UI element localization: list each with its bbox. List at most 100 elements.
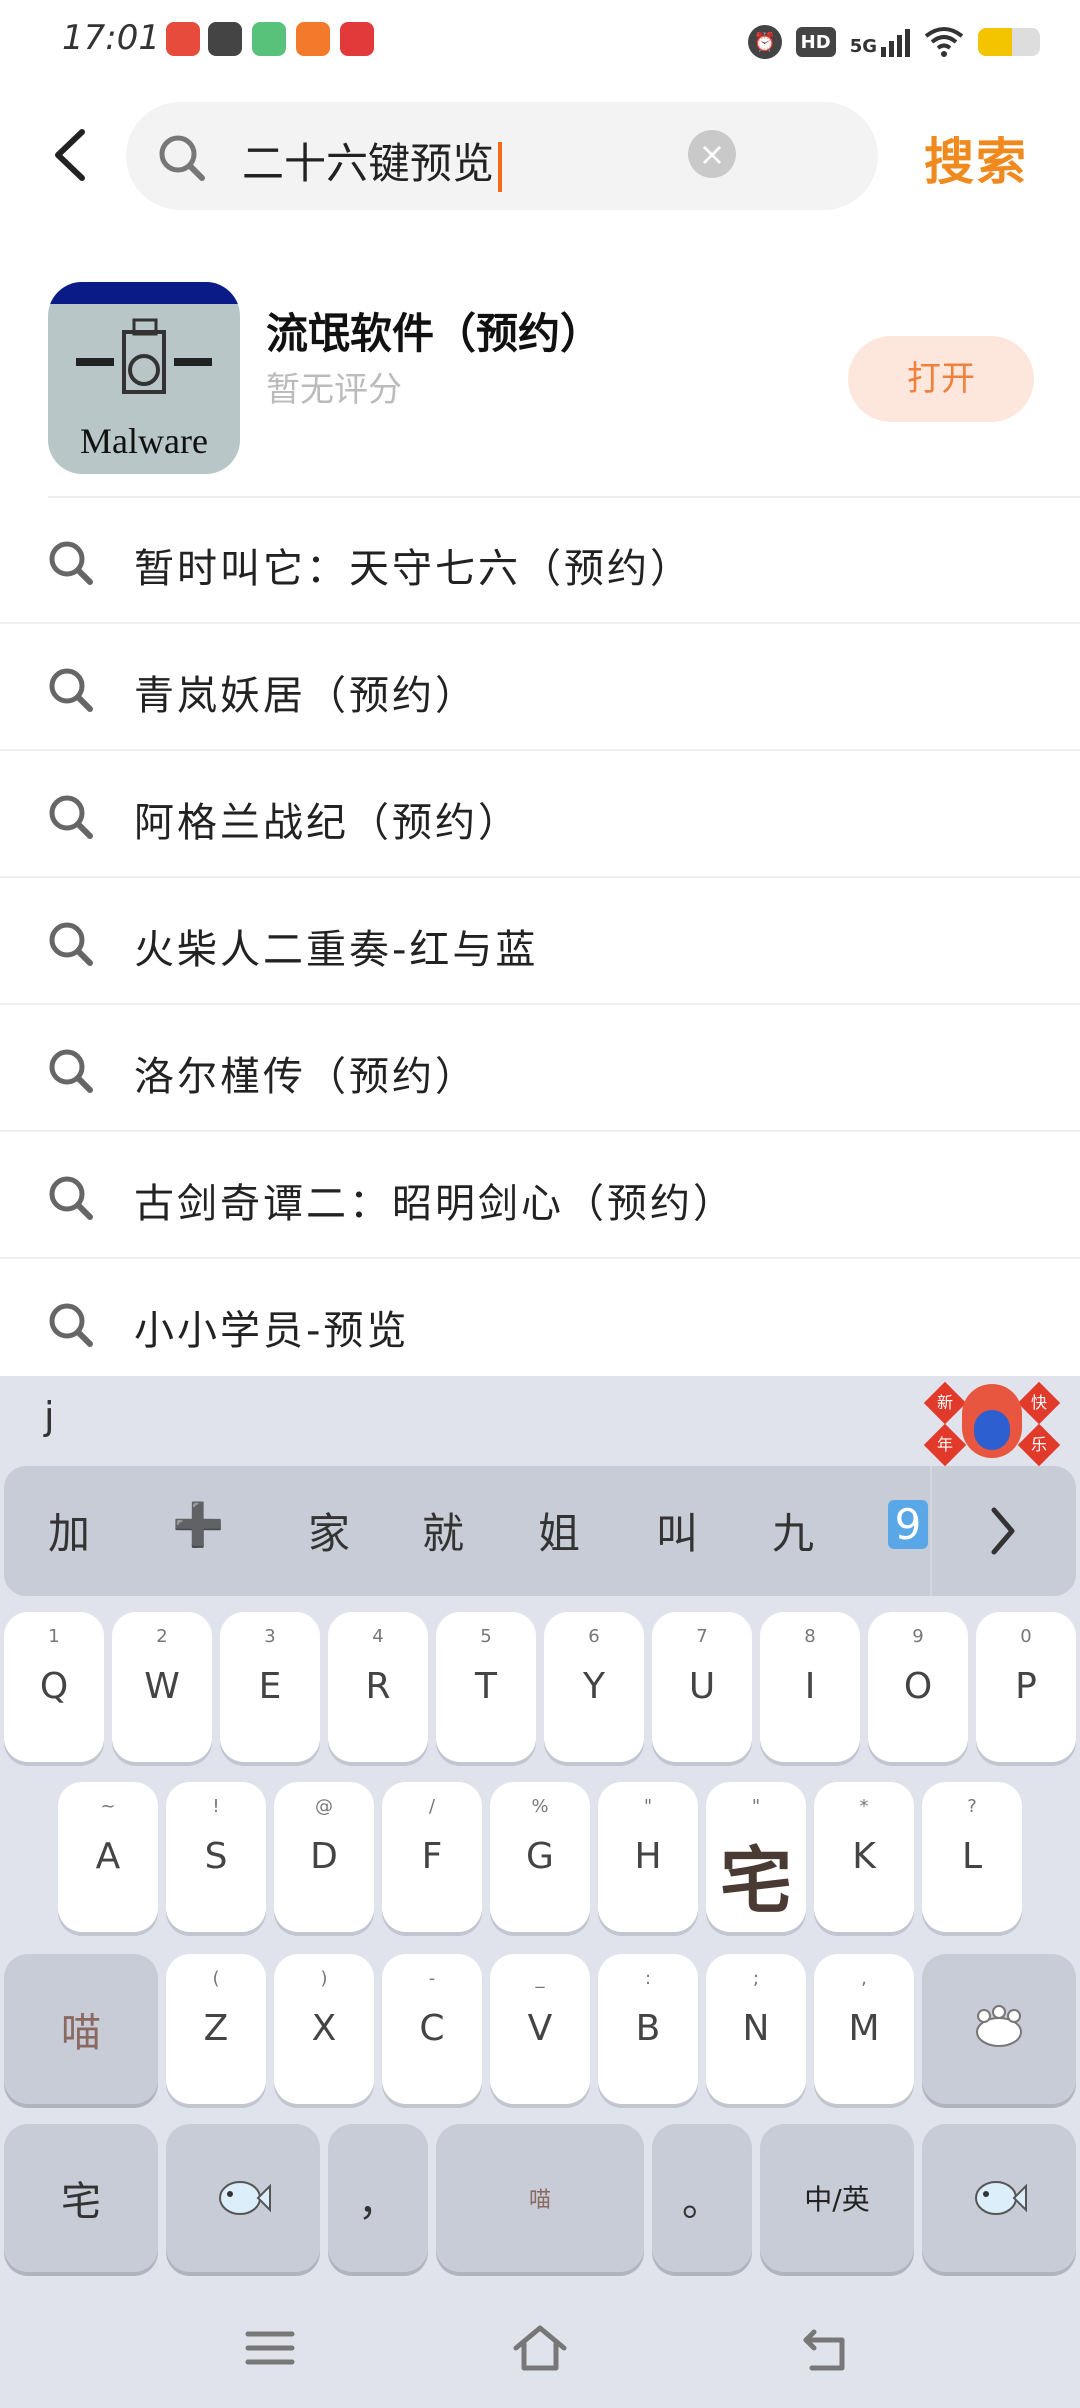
meow-key[interactable]: 喵 <box>4 1954 158 2104</box>
open-button[interactable]: 打开 <box>848 336 1034 422</box>
key-K[interactable]: * K <box>814 1782 914 1932</box>
battery-icon <box>978 28 1040 56</box>
candidate-item[interactable]: 姐 <box>538 1500 580 1561</box>
mascot-icon <box>962 1384 1022 1458</box>
key-Q[interactable]: 1Q <box>4 1612 104 1762</box>
enter-key[interactable] <box>922 2124 1076 2272</box>
back-icon[interactable] <box>796 2318 856 2378</box>
notification-app-icon <box>340 22 374 56</box>
key-label: H <box>634 1836 662 1877</box>
search-input[interactable]: 二十六键预览 <box>126 102 878 210</box>
app-icon: Malware <box>48 282 240 474</box>
key-label: C <box>419 2008 445 2049</box>
key-label: A <box>95 1836 121 1877</box>
key-Z[interactable]: (Z <box>166 1954 266 2104</box>
key-S[interactable]: ! S <box>166 1782 266 1932</box>
key-hint: ! <box>212 1796 220 1817</box>
key-hint: 5 <box>480 1626 492 1647</box>
key-V[interactable]: _ V <box>490 1954 590 2104</box>
key-E[interactable]: 3E <box>220 1612 320 1762</box>
text-caret <box>498 141 503 192</box>
suggestion-item[interactable]: 洛尔槿传（预约） <box>0 1006 1080 1132</box>
key-label: W <box>144 1666 180 1707</box>
key-宅[interactable]: " 宅 <box>706 1782 806 1932</box>
home-icon[interactable] <box>510 2318 570 2378</box>
suggestion-item[interactable]: 古剑奇谭二：昭明剑心（预约） <box>0 1133 1080 1259</box>
key-T[interactable]: 5T <box>436 1612 536 1762</box>
key-N[interactable]: ; N <box>706 1954 806 2104</box>
key-hint: , <box>861 1968 867 1989</box>
key-label: T <box>475 1666 497 1707</box>
sticker-tag: 乐 <box>1017 1423 1061 1467</box>
key-L[interactable]: ? L <box>922 1782 1022 1932</box>
app-icon-band <box>48 282 240 304</box>
language-switch-key[interactable]: 中/英 <box>760 2124 914 2272</box>
key-U[interactable]: 7U <box>652 1612 752 1762</box>
key-label: B <box>635 2008 661 2049</box>
suggestion-text: 暂时叫它：天守七六（预约） <box>134 546 693 592</box>
status-time: 17:01 <box>62 18 160 58</box>
zhai-key[interactable]: 宅 <box>4 2124 158 2272</box>
key-X[interactable]: ) X <box>274 1954 374 2104</box>
key-H[interactable]: " H <box>598 1782 698 1932</box>
key-R[interactable]: 4R <box>328 1612 428 1762</box>
search-icon <box>49 1049 93 1093</box>
candidate-item[interactable]: 就 <box>422 1500 464 1561</box>
key-hint: 1 <box>48 1626 60 1647</box>
emoji-key[interactable] <box>166 2124 320 2272</box>
app-result-card[interactable]: Malware 流氓软件（预约） 暂无评分 打开 <box>0 270 1080 496</box>
key-C[interactable]: -C <box>382 1954 482 2104</box>
key-label: U <box>688 1666 716 1707</box>
key-hint: 9 <box>912 1626 924 1647</box>
key-A[interactable]: ~ A <box>58 1782 158 1932</box>
candidate-item[interactable]: 九 <box>772 1500 814 1561</box>
clear-icon[interactable]: × <box>688 130 736 178</box>
key-Y[interactable]: 6Y <box>544 1612 644 1762</box>
period-key[interactable]: 。 <box>652 2124 752 2272</box>
notification-app-icon <box>208 22 242 56</box>
key-label: S <box>204 1836 228 1877</box>
key-hint: " <box>643 1796 653 1817</box>
key-F[interactable]: / F <box>382 1782 482 1932</box>
suggestion-item[interactable]: 火柴人二重奏-红与蓝 <box>0 879 1080 1005</box>
app-icon-label: Malware <box>80 421 208 461</box>
chevron-right-icon <box>991 1507 1015 1555</box>
key-hint: 8 <box>804 1626 816 1647</box>
candidate-item[interactable]: 家 <box>308 1500 350 1561</box>
key-D[interactable]: @ D <box>274 1782 374 1932</box>
key-G[interactable]: % G <box>490 1782 590 1932</box>
candidate-expand-button[interactable] <box>930 1466 1076 1596</box>
suggestion-item[interactable]: 阿格兰战纪（预约） <box>0 752 1080 878</box>
candidate-item[interactable]: ➕ <box>172 1500 224 1550</box>
key-M[interactable]: ,M <box>814 1954 914 2104</box>
space-key[interactable]: 喵 <box>436 2124 644 2272</box>
key-hint: 7 <box>696 1626 708 1647</box>
keyboard-mascot-sticker[interactable]: 新 快 年 乐 <box>923 1380 1061 1467</box>
menu-icon[interactable] <box>240 2318 300 2378</box>
comma-key[interactable]: ， <box>328 2124 428 2272</box>
suggestion-item[interactable]: 小小学员-预览 <box>0 1260 1080 1386</box>
key-label: M <box>848 2008 880 2049</box>
navigation-bar <box>0 2288 1080 2408</box>
suggestion-item[interactable]: 青岚妖居（预约） <box>0 625 1080 751</box>
key-label: G <box>526 1836 554 1877</box>
candidate-item[interactable]: 9 <box>888 1500 928 1549</box>
key-label: 宅 <box>719 1839 792 1923</box>
key-hint: / <box>428 1796 436 1817</box>
search-button[interactable]: 搜索 <box>924 122 1028 194</box>
key-label: P <box>1015 1666 1037 1707</box>
backspace-key[interactable] <box>922 1954 1076 2104</box>
key-W[interactable]: 2W <box>112 1612 212 1762</box>
key-label: V <box>527 2008 553 2049</box>
key-I[interactable]: 8I <box>760 1612 860 1762</box>
back-arrow-icon[interactable] <box>50 128 90 182</box>
candidate-item[interactable]: 叫 <box>656 1500 698 1561</box>
key-P[interactable]: 0P <box>976 1612 1076 1762</box>
key-label: D <box>310 1836 338 1877</box>
key-B[interactable]: :B <box>598 1954 698 2104</box>
suggestion-item[interactable]: 暂时叫它：天守七六（预约） <box>0 498 1080 624</box>
key-label: F <box>421 1836 443 1877</box>
status-indicators: ⏰ HD 5G <box>747 20 1040 64</box>
key-O[interactable]: 9O <box>868 1612 968 1762</box>
candidate-item[interactable]: 加 <box>48 1500 90 1561</box>
